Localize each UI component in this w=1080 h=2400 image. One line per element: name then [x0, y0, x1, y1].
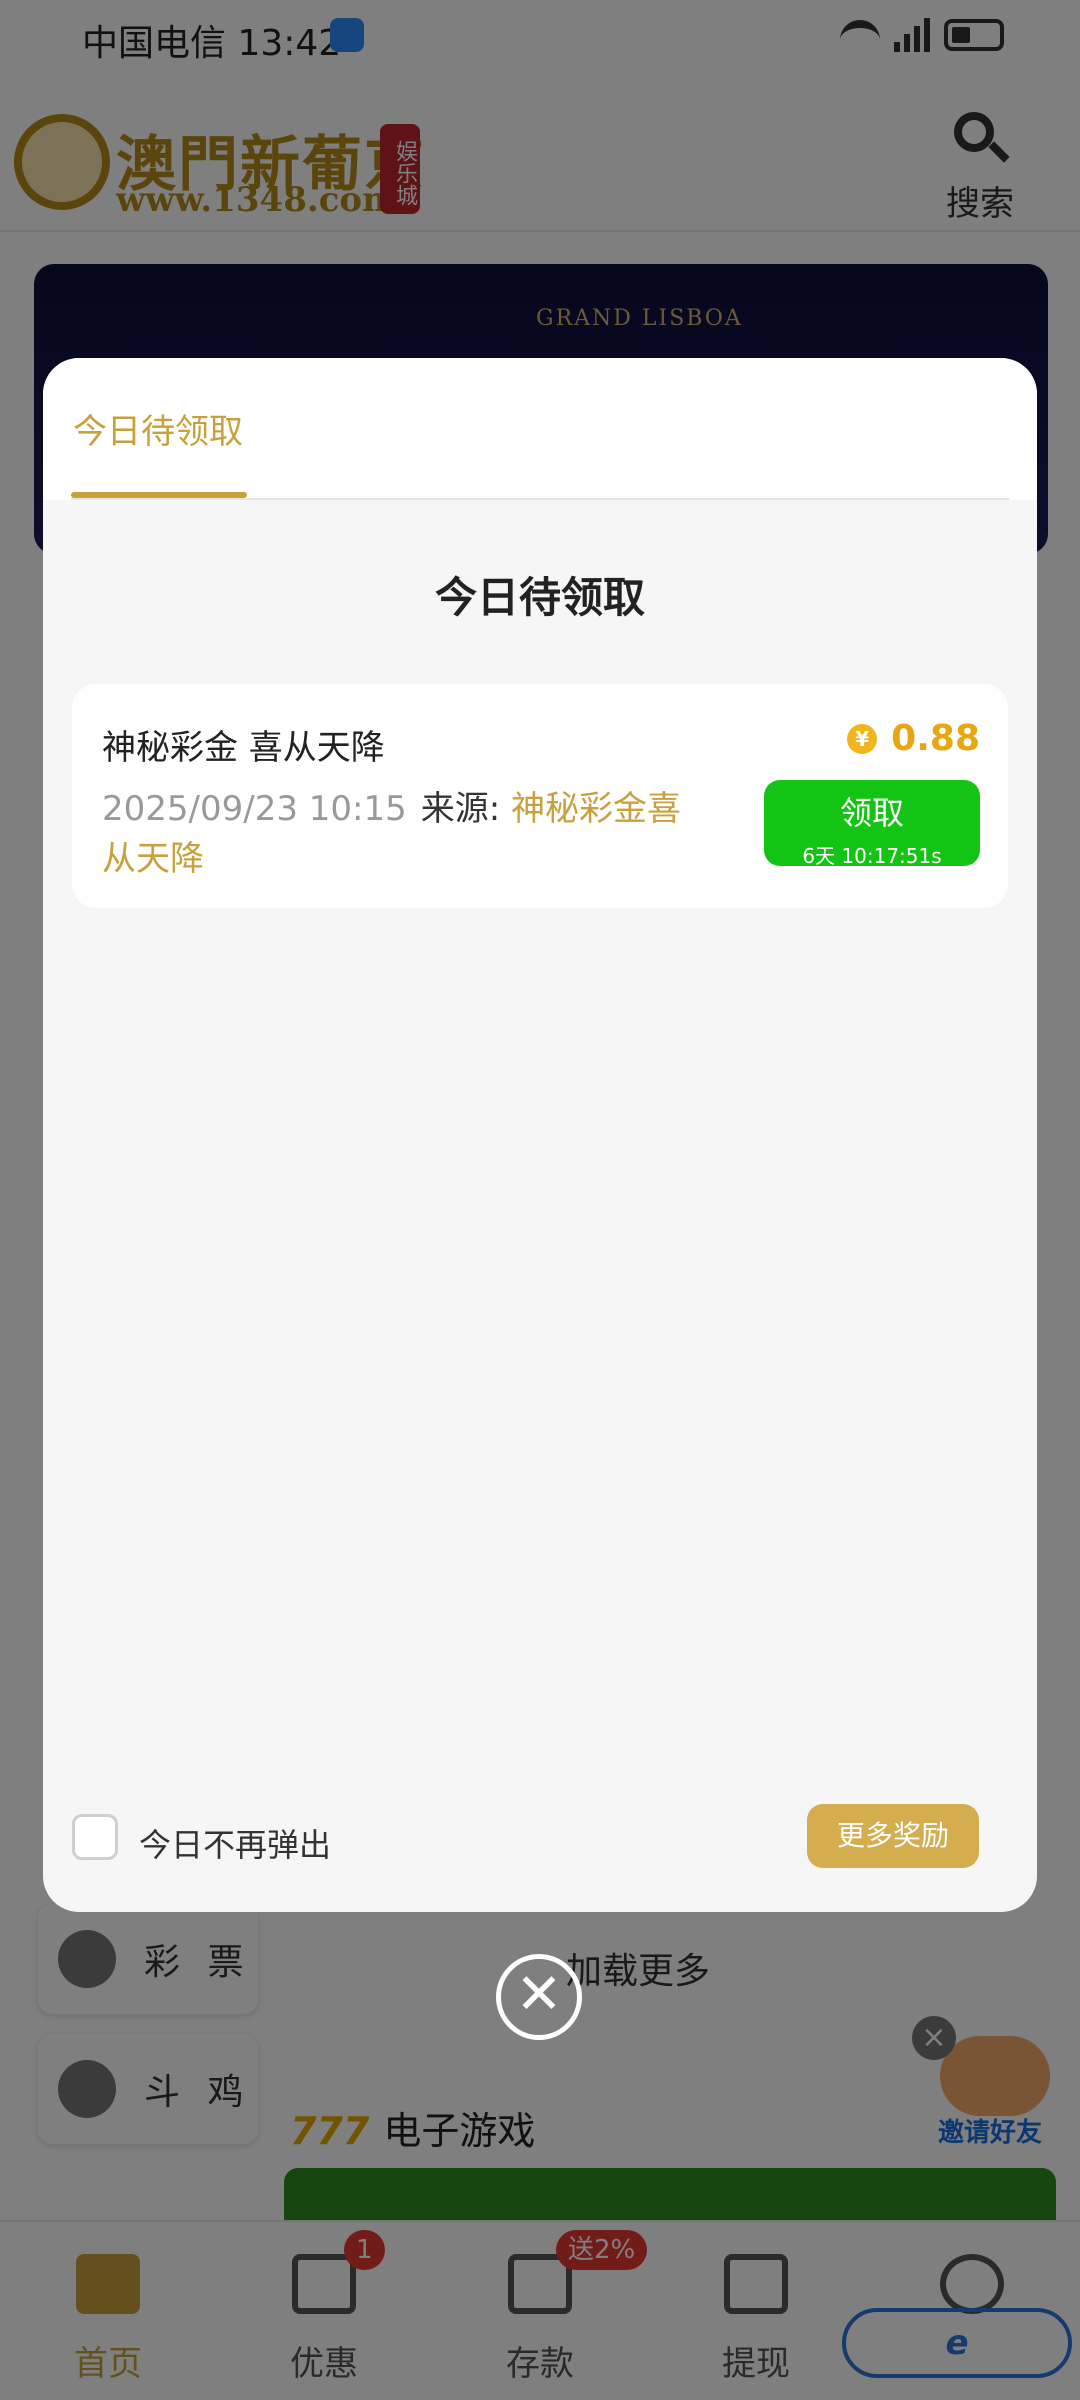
reward-meta: 2025/09/23 10:15 来源: 神秘彩金喜从天降	[102, 784, 702, 884]
tab-divider	[71, 498, 1009, 500]
claim-label: 领取	[839, 794, 904, 832]
more-rewards-button[interactable]: 更多奖励	[807, 1804, 979, 1868]
dont-show-today-checkbox[interactable]	[72, 1814, 118, 1860]
source-label: 来源:	[420, 789, 501, 829]
pending-rewards-modal: 今日待领取 今日待领取 神秘彩金 喜从天降 ¥ 0.88 2025/09/23 …	[43, 358, 1037, 1912]
claim-button[interactable]: 领取 6天 10:17:51s	[764, 780, 980, 868]
amount-value: 0.88	[891, 718, 980, 759]
reward-card: 神秘彩金 喜从天降 ¥ 0.88 2025/09/23 10:15 来源: 神秘彩…	[72, 684, 1008, 908]
reward-datetime: 2025/09/23 10:15	[102, 789, 407, 829]
reward-title: 神秘彩金 喜从天降	[102, 728, 385, 768]
tab-today-pending[interactable]: 今日待领取	[73, 404, 243, 453]
coin-icon: ¥	[847, 723, 878, 754]
modal-close-icon[interactable]: ✕	[496, 1954, 582, 2040]
dont-show-today-label[interactable]: 今日不再弹出	[139, 1820, 331, 1866]
claim-timer: 6天 10:17:51s	[802, 844, 942, 868]
modal-tab-bar: 今日待领取	[43, 358, 1037, 500]
reward-amount: ¥ 0.88	[847, 718, 980, 759]
modal-heading: 今日待领取	[434, 573, 645, 622]
